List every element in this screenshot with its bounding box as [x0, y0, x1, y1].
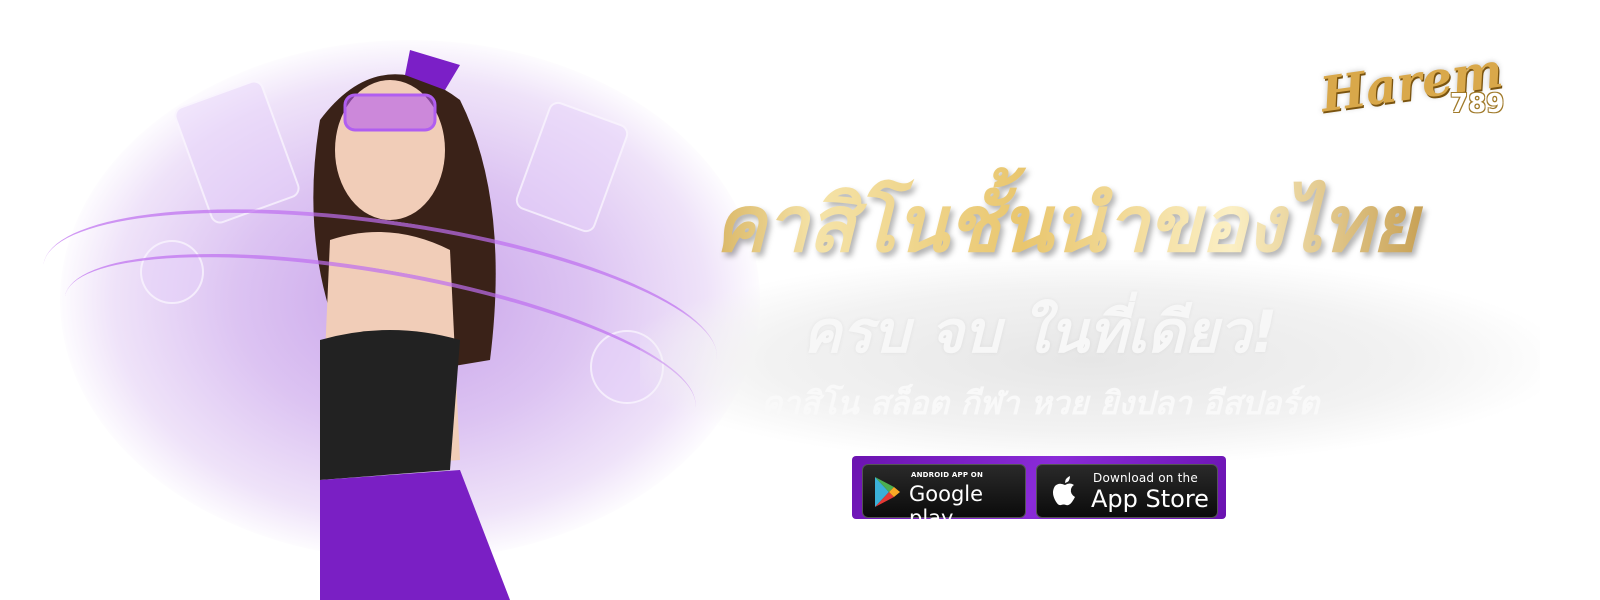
google-play-button[interactable]: ANDROID APP ON Google play: [862, 464, 1026, 530]
subheadline: ครบ จบ ในที่เดียว!: [802, 298, 1278, 366]
apple-icon: [1053, 476, 1075, 506]
app-store-button[interactable]: Download on the App Store: [1036, 464, 1218, 518]
google-play-icon: [875, 477, 900, 507]
logo-number: 789: [1450, 89, 1505, 119]
harem789-logo[interactable]: Harem 789: [1317, 43, 1520, 135]
game-categories: คาสิโน สล็อต กีฬา หวย ยิงปลา อีสปอร์ต: [760, 384, 1320, 422]
headline: คาสิโนชั้นนำของไทย: [650, 162, 1480, 286]
app-store-label: App Store: [1091, 485, 1209, 513]
app-store-badges: ANDROID APP ON Google play Download on t…: [852, 456, 1226, 530]
google-play-label: Google play: [909, 482, 984, 530]
app-store-small-label: Download on the: [1093, 471, 1198, 485]
google-play-small-label: ANDROID APP ON: [911, 471, 984, 479]
